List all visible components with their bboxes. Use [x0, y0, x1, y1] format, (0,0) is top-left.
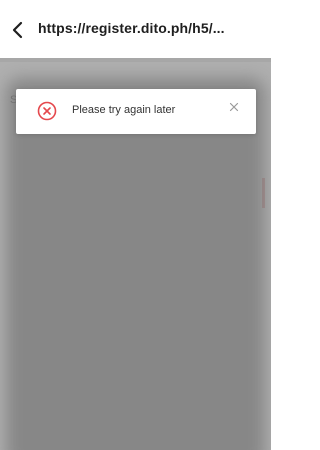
error-toast: Please try again later	[16, 89, 256, 134]
back-button[interactable]	[6, 18, 30, 42]
mobile-screen: https://register.dito.ph/h5/... S Please…	[0, 0, 271, 450]
toast-message: Please try again later	[72, 104, 176, 116]
error-x-circle-icon	[37, 101, 57, 121]
chevron-left-icon	[12, 21, 23, 39]
toast-close-button[interactable]	[226, 99, 242, 115]
url-text: https://register.dito.ph/h5/...	[38, 20, 225, 36]
close-icon	[229, 102, 239, 112]
browser-top-bar: https://register.dito.ph/h5/...	[0, 0, 271, 58]
